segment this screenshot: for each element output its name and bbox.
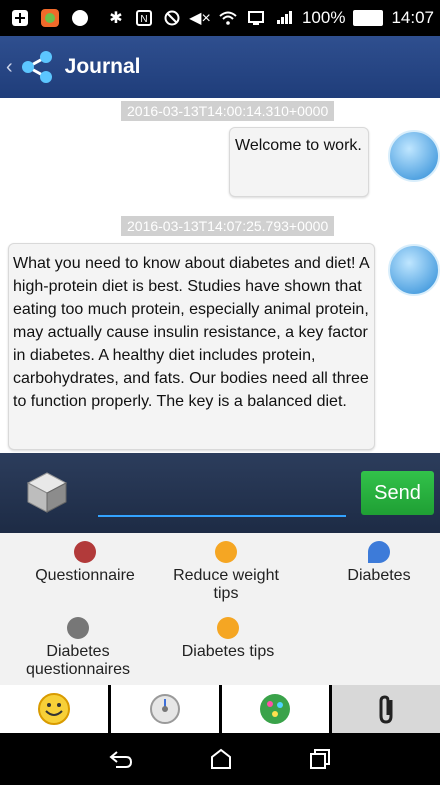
chat-area[interactable]: 2016-03-13T14:00:14.310+0000 Welcome to … (0, 98, 440, 453)
back-icon[interactable]: ‹ (6, 56, 13, 79)
quick-action-label: Diabetes questionnaires (25, 643, 131, 678)
calculator-dial-icon (149, 694, 180, 724)
message-bubble[interactable]: Welcome to work. (229, 127, 369, 197)
wifi-icon (218, 8, 238, 28)
app-icon (40, 8, 60, 28)
quick-action-label: Diabetes (347, 567, 411, 584)
home-icon[interactable] (209, 748, 233, 770)
svg-text:N: N (140, 14, 147, 25)
app-bar: ‹ Journal (0, 36, 440, 98)
molecule-icon (260, 694, 291, 724)
cube-menu-icon[interactable] (24, 469, 70, 515)
signal-icon (274, 8, 294, 28)
input-bar: Send (0, 453, 440, 533)
battery-percent: 100% (301, 8, 346, 27)
tab-attachment[interactable] (332, 685, 440, 733)
recent-apps-icon[interactable] (308, 748, 332, 770)
page-title: Journal (64, 55, 141, 78)
quick-action-label: Questionnaire (35, 567, 135, 584)
quick-action-questionnaire[interactable]: Questionnaire (30, 541, 140, 585)
message-timestamp: 2016-03-13T14:00:14.310+0000 (121, 101, 335, 121)
quick-action-reduce-weight-tips[interactable]: Reduce weight tips (168, 541, 284, 603)
message-text: Welcome to work. (235, 137, 362, 154)
system-navigation-bar (0, 733, 440, 785)
mute-icon: ◀× (189, 10, 211, 27)
status-bar: ✱ N ◀× 100% 14:07 (0, 0, 440, 36)
avatar (388, 130, 440, 182)
send-button[interactable]: Send (361, 471, 434, 515)
smiley-icon (37, 693, 70, 725)
message-bubble[interactable]: What you need to know about diabetes and… (8, 243, 375, 450)
quick-actions: Questionnaire Reduce weight tips Diabete… (0, 533, 440, 685)
bluetooth-icon: ✱ (109, 10, 123, 27)
message-input[interactable] (98, 515, 346, 517)
quick-action-diabetes-tips[interactable]: Diabetes tips (170, 617, 286, 661)
cast-icon (246, 8, 266, 28)
avatar (388, 244, 440, 296)
back-nav-icon[interactable] (108, 748, 134, 770)
clock: 14:07 (391, 8, 434, 27)
quick-action-diabetes-questionnaires[interactable]: Diabetes questionnaires (18, 617, 138, 679)
add-icon (10, 8, 30, 28)
quick-action-diabetes[interactable]: Diabetes (334, 541, 424, 585)
bottom-tab-bar (0, 685, 440, 733)
no-disturb-icon (162, 8, 182, 28)
search-icon (215, 541, 237, 563)
paperclip-icon (379, 695, 393, 724)
quick-action-label: Diabetes tips (181, 643, 275, 660)
dot-icon (70, 8, 90, 28)
share-icon[interactable] (17, 47, 57, 87)
tab-molecule[interactable] (221, 685, 330, 733)
nfc-icon: N (134, 8, 154, 28)
message-timestamp: 2016-03-13T14:07:25.793+0000 (121, 216, 335, 236)
message-text: What you need to know about diabetes and… (13, 255, 369, 410)
search-icon (217, 617, 239, 639)
tab-emoji[interactable] (0, 685, 108, 733)
tab-calculator[interactable] (110, 685, 219, 733)
quick-action-label: Reduce weight tips (173, 567, 279, 602)
questionnaire-icon (74, 541, 96, 563)
blood-drop-icon (368, 541, 390, 563)
clipboard-icon (67, 617, 89, 639)
battery-icon (353, 10, 384, 26)
